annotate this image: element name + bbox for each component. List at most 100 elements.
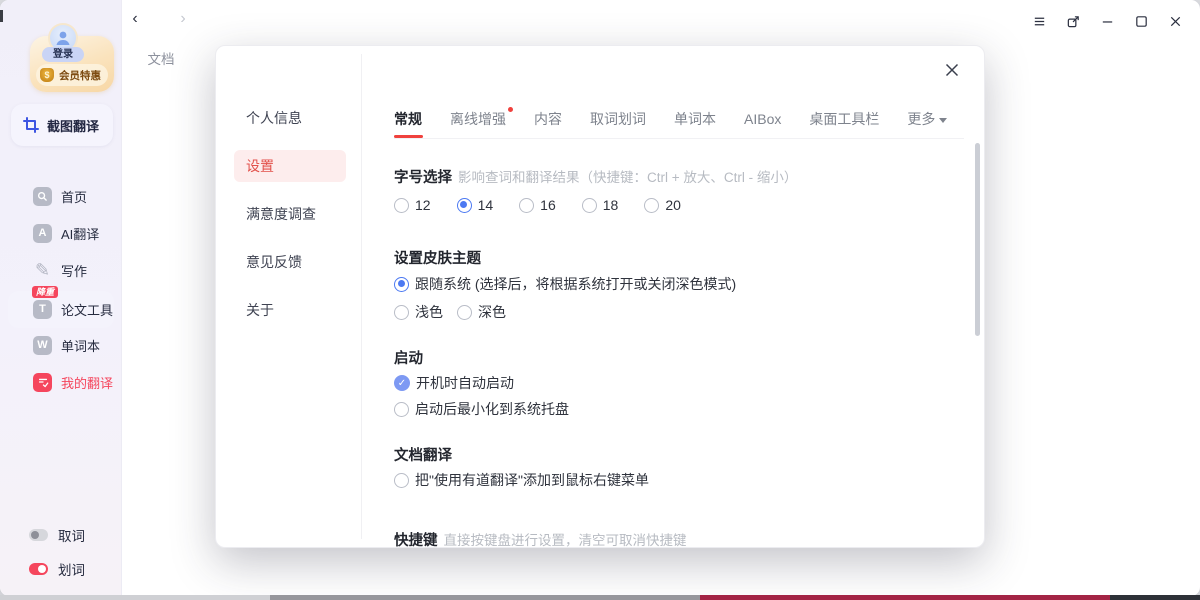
dropdown-caret-icon bbox=[939, 118, 947, 123]
tab-document[interactable]: 文档 bbox=[140, 48, 182, 68]
desktop-strip bbox=[270, 595, 700, 600]
word-pick-label: 取词 bbox=[58, 525, 85, 545]
tab-desktop-toolbar[interactable]: 桌面工具栏 bbox=[809, 109, 879, 129]
radio-icon bbox=[394, 198, 409, 213]
radio-icon bbox=[519, 198, 534, 213]
ai-icon: A bbox=[33, 224, 52, 243]
section-doc-translate: 文档翻译 bbox=[394, 444, 452, 465]
nav-item-feedback[interactable]: 意见反馈 bbox=[234, 247, 346, 277]
word-select-toggle[interactable]: 划词 bbox=[29, 559, 85, 579]
auto-start-checkbox[interactable]: ✓ 开机时自动启动 bbox=[394, 373, 514, 393]
section-hotkey: 快捷键直接按键盘进行设置，清空可取消快捷键 bbox=[394, 529, 687, 550]
sidebar-item-label: AI翻译 bbox=[61, 224, 99, 243]
tab-content[interactable]: 内容 bbox=[534, 109, 562, 129]
sidebar-item-paper-tool[interactable]: T 论文工具 bbox=[0, 291, 122, 327]
my-translation-icon bbox=[33, 373, 52, 392]
font-size-option-14[interactable]: 14 bbox=[457, 197, 494, 213]
radio-icon bbox=[394, 473, 409, 488]
pen-icon: ✎ bbox=[33, 261, 52, 280]
settings-nav: 个人信息 设置 满意度调查 意见反馈 关于 bbox=[216, 46, 361, 547]
word-pick-toggle[interactable]: 取词 bbox=[29, 525, 85, 545]
sidebar-item-label: 我的翻译 bbox=[61, 373, 113, 392]
sidebar-item-label: 写作 bbox=[61, 261, 87, 280]
maximize-icon[interactable] bbox=[1124, 12, 1158, 30]
tab-new-dot bbox=[508, 107, 513, 112]
tab-aibox[interactable]: AIBox bbox=[744, 111, 781, 127]
sidebar-item-label: 论文工具 bbox=[61, 300, 113, 319]
window-controls bbox=[1022, 12, 1192, 30]
menu-icon[interactable] bbox=[1022, 12, 1056, 30]
font-size-option-12[interactable]: 12 bbox=[394, 197, 431, 213]
font-size-option-18[interactable]: 18 bbox=[582, 197, 619, 213]
screenshot-translate-button[interactable]: 截图翻译 bbox=[11, 104, 113, 146]
font-size-option-16[interactable]: 16 bbox=[519, 197, 556, 213]
check-circle-icon: ✓ bbox=[394, 375, 410, 391]
section-font-size: 字号选择影响查词和翻译结果（快捷键：Ctrl + 放大、Ctrl - 缩小） bbox=[394, 166, 797, 187]
desktop-strip bbox=[0, 595, 270, 600]
paper-tool-icon: T bbox=[33, 300, 52, 319]
vip-coin-icon: $ bbox=[40, 68, 54, 82]
tab-wordbook[interactable]: 单词本 bbox=[674, 109, 716, 129]
radio-icon bbox=[457, 305, 472, 320]
section-startup: 启动 bbox=[394, 347, 423, 368]
forward-icon[interactable]: › bbox=[175, 10, 191, 28]
sidebar-item-home[interactable]: 首页 bbox=[0, 178, 122, 214]
sidebar-item-wordbook[interactable]: W 单词本 bbox=[0, 327, 122, 363]
theme-dark-radio[interactable]: 深色 bbox=[457, 302, 506, 322]
modal-scrollbar[interactable] bbox=[975, 143, 980, 336]
nav-item-profile[interactable]: 个人信息 bbox=[234, 103, 346, 133]
tab-more[interactable]: 更多 bbox=[907, 109, 947, 129]
close-icon[interactable] bbox=[1158, 12, 1192, 30]
search-icon bbox=[33, 187, 52, 206]
float-window-icon[interactable] bbox=[1056, 12, 1090, 30]
sidebar-item-writing[interactable]: ✎ 写作 bbox=[0, 252, 122, 288]
settings-tabs: 常规 离线增强 内容 取词划词 单词本 AIBox 桌面工具栏 更多 bbox=[394, 104, 952, 134]
screenshot-translate-label: 截图翻译 bbox=[47, 116, 99, 135]
toggle-off-icon bbox=[29, 529, 48, 541]
nav-divider bbox=[361, 54, 362, 539]
vip-offer-label: 会员特惠 bbox=[59, 68, 101, 83]
tab-word-lookup[interactable]: 取词划词 bbox=[590, 109, 646, 129]
radio-icon bbox=[394, 305, 409, 320]
nav-item-settings[interactable]: 设置 bbox=[234, 150, 346, 182]
font-size-hint: 影响查词和翻译结果（快捷键：Ctrl + 放大、Ctrl - 缩小） bbox=[458, 170, 797, 185]
theme-follow-system-radio[interactable]: 跟随系统 (选择后，将根据系统打开或关闭深色模式) bbox=[394, 274, 736, 294]
font-size-options: 12 14 16 18 20 bbox=[394, 197, 681, 213]
desktop-strip bbox=[1110, 595, 1200, 600]
tab-offline-enhance[interactable]: 离线增强 bbox=[450, 109, 506, 129]
tabs-rule bbox=[394, 138, 964, 139]
theme-light-radio[interactable]: 浅色 bbox=[394, 302, 443, 322]
hotkey-hint: 直接按键盘进行设置，清空可取消快捷键 bbox=[444, 533, 687, 548]
reduce-duplication-badge: 降重 bbox=[32, 286, 58, 298]
radio-icon bbox=[644, 198, 659, 213]
modal-close-icon[interactable] bbox=[944, 62, 962, 80]
radio-selected-icon bbox=[394, 277, 409, 292]
word-select-label: 划词 bbox=[58, 559, 85, 579]
font-size-option-20[interactable]: 20 bbox=[644, 197, 681, 213]
settings-modal: 个人信息 设置 满意度调查 意见反馈 关于 常规 离线增强 内容 取词划词 单词… bbox=[215, 45, 985, 548]
app-window: 登录 $ 会员特惠 截图翻译 首页 A AI翻译 ✎ 写作 bbox=[0, 0, 1200, 596]
minimize-icon[interactable] bbox=[1090, 12, 1124, 30]
sidebar-item-ai-translate[interactable]: A AI翻译 bbox=[0, 215, 122, 251]
nav-item-about[interactable]: 关于 bbox=[234, 295, 346, 325]
sidebar-item-my-translations[interactable]: 我的翻译 bbox=[0, 364, 122, 400]
section-theme: 设置皮肤主题 bbox=[394, 247, 481, 268]
radio-icon bbox=[582, 198, 597, 213]
screenshot-crop-icon bbox=[23, 117, 39, 133]
radio-icon bbox=[394, 402, 409, 417]
radio-selected-icon bbox=[457, 198, 472, 213]
sidebar-item-label: 首页 bbox=[61, 187, 87, 206]
wordbook-icon: W bbox=[33, 336, 52, 355]
login-badge[interactable]: 登录 bbox=[42, 47, 84, 62]
minimize-tray-checkbox[interactable]: 启动后最小化到系统托盘 bbox=[394, 399, 569, 419]
tab-general[interactable]: 常规 bbox=[394, 109, 422, 129]
context-menu-checkbox[interactable]: 把"使用有道翻译"添加到鼠标右键菜单 bbox=[394, 470, 649, 490]
sidebar: 登录 $ 会员特惠 截图翻译 首页 A AI翻译 ✎ 写作 bbox=[0, 0, 122, 596]
sidebar-item-label: 单词本 bbox=[61, 336, 100, 355]
nav-item-satisfaction-survey[interactable]: 满意度调查 bbox=[234, 199, 346, 229]
desktop-strip bbox=[700, 595, 1110, 600]
background-artifact bbox=[0, 10, 3, 22]
vip-offer-button[interactable]: $ 会员特惠 bbox=[36, 64, 108, 86]
back-icon[interactable]: ‹ bbox=[127, 10, 143, 28]
toggle-on-icon bbox=[29, 563, 48, 575]
